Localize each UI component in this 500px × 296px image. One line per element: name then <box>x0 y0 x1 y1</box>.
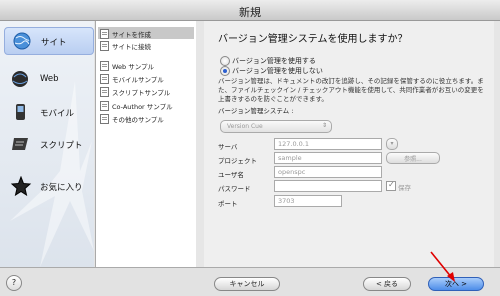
document-icon <box>100 41 109 51</box>
button-bar: ? キャンセル < 戻る 次へ > <box>0 267 500 296</box>
list-item-label: スクリプトサンプル <box>112 89 171 97</box>
project-label: プロジェクト <box>218 157 257 165</box>
server-value: 127.0.0.1 <box>278 140 310 148</box>
favorite-star-icon <box>10 176 32 196</box>
server-label: サーバ <box>218 143 238 151</box>
port-field[interactable]: 3703 <box>274 195 342 207</box>
mobile-phone-icon <box>16 104 25 120</box>
username-label: ユーザ名 <box>218 171 244 179</box>
window-title: 新規 <box>239 6 261 19</box>
document-icon <box>100 87 109 97</box>
project-field[interactable]: sample <box>274 152 382 164</box>
category-label: サイト <box>41 38 67 48</box>
use-vcs-label[interactable]: バージョン管理を使用する <box>232 56 316 66</box>
vcs-label: バージョン管理システム : <box>218 107 294 115</box>
category-label: スクリプト <box>40 141 83 151</box>
list-item-label: モバイルサンプル <box>112 76 164 84</box>
back-button[interactable]: < 戻る <box>363 277 411 291</box>
no-vcs-label[interactable]: バージョン管理を使用しない <box>232 66 323 76</box>
server-field[interactable]: 127.0.0.1 <box>274 138 382 150</box>
description-text: バージョン管理は、ドキュメントの改訂を追跡し、その記録を保管するのに役立ちます。… <box>218 77 484 103</box>
template-list: サイトを作成 サイトに接続 Web サンプル モバイルサンプル スクリプトサンプ… <box>95 21 197 267</box>
settings-panel: バージョン管理システムを使用しますか？ バージョン管理を使用する バージョン管理… <box>196 21 500 267</box>
document-icon <box>100 74 109 84</box>
password-field[interactable] <box>274 180 382 192</box>
username-value: openspc <box>278 168 306 176</box>
web-globe-icon <box>12 71 28 87</box>
list-item[interactable]: サイトに接続 <box>98 39 194 51</box>
list-item[interactable]: その他のサンプル <box>98 112 194 124</box>
category-favorites[interactable]: お気に入り <box>4 173 92 199</box>
browse-button[interactable]: 参照... <box>386 152 440 164</box>
category-site[interactable]: サイト <box>4 27 94 55</box>
list-item-label: その他のサンプル <box>112 116 164 124</box>
list-item[interactable]: サイトを作成 <box>98 27 194 39</box>
chevron-down-icon: ▾ <box>390 140 394 147</box>
document-icon <box>100 29 109 39</box>
port-label: ポート <box>218 200 238 208</box>
list-item[interactable]: Web サンプル <box>98 59 194 71</box>
list-item-label: Co-Author サンプル <box>112 103 173 111</box>
save-password-checkbox[interactable] <box>386 180 396 191</box>
use-vcs-radio[interactable] <box>220 56 230 66</box>
category-label: モバイル <box>40 109 75 119</box>
no-vcs-radio[interactable] <box>220 66 230 76</box>
category-label: Web <box>40 74 59 84</box>
popup-arrows-icon: ⇕ <box>321 122 327 129</box>
username-field[interactable]: openspc <box>274 166 382 178</box>
document-icon <box>100 101 109 111</box>
list-item-label: サイトに接続 <box>112 43 151 51</box>
browse-label: 参照... <box>404 156 422 163</box>
title-bar: 新規 <box>0 0 500 21</box>
vcs-select-value: Version Cue <box>227 123 263 130</box>
list-item-label: サイトを作成 <box>112 31 151 39</box>
category-sidebar: サイト Web モバイル スクリプト お気に入り <box>0 21 94 267</box>
document-icon <box>100 61 109 71</box>
server-dropdown-button[interactable]: ▾ <box>386 138 398 150</box>
script-icon <box>12 138 28 150</box>
panel-heading: バージョン管理システムを使用しますか？ <box>218 34 408 45</box>
vcs-select[interactable]: Version Cue ⇕ <box>220 120 332 133</box>
list-item-label: Web サンプル <box>112 63 155 71</box>
list-item[interactable]: Co-Author サンプル <box>98 99 194 111</box>
list-item[interactable]: モバイルサンプル <box>98 72 194 84</box>
category-label: お気に入り <box>40 183 83 193</box>
cancel-button[interactable]: キャンセル <box>214 277 280 291</box>
password-label: パスワード <box>218 185 251 193</box>
port-value: 3703 <box>278 197 295 205</box>
list-item[interactable]: スクリプトサンプル <box>98 85 194 97</box>
save-password-label: 保存 <box>398 184 411 192</box>
category-mobile[interactable]: モバイル <box>4 99 92 125</box>
help-button[interactable]: ? <box>6 275 22 291</box>
globe-icon <box>13 32 31 50</box>
project-value: sample <box>278 154 302 162</box>
next-button[interactable]: 次へ > <box>428 277 484 291</box>
category-script[interactable]: スクリプト <box>4 131 92 157</box>
category-web[interactable]: Web <box>4 66 92 92</box>
document-icon <box>100 114 109 124</box>
